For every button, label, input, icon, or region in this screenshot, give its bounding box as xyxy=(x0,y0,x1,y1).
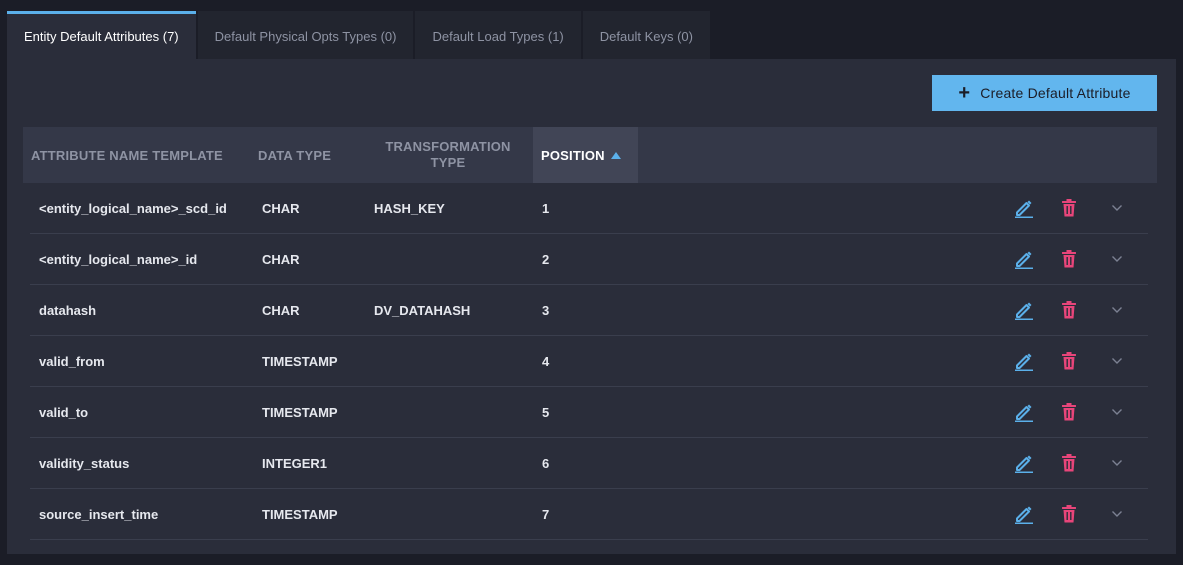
tab-default-load-types[interactable]: Default Load Types (1) xyxy=(415,11,581,59)
table-row[interactable]: <entity_logical_name>_scd_id CHAR HASH_KEY… xyxy=(30,183,1148,234)
trash-icon[interactable] xyxy=(1057,400,1081,424)
chevron-down-icon[interactable] xyxy=(1105,349,1129,373)
chevron-down-icon[interactable] xyxy=(1105,298,1129,322)
column-header-data-type[interactable]: DATA TYPE xyxy=(258,127,368,183)
cell-data-type: INTEGER1 xyxy=(262,455,328,471)
trash-icon[interactable] xyxy=(1057,349,1081,373)
edit-icon[interactable] xyxy=(1012,298,1036,322)
cell-position: 1 xyxy=(542,200,550,216)
table-row[interactable]: source_insert_time TIMESTAMP 7 xyxy=(30,489,1148,540)
tab-bar: Entity Default Attributes (7) Default Ph… xyxy=(7,11,710,59)
chevron-down-icon[interactable] xyxy=(1105,451,1129,475)
cell-attribute-name: validity_status xyxy=(39,455,130,471)
cell-data-type: CHAR xyxy=(262,251,300,267)
cell-attribute-name: datahash xyxy=(39,302,97,318)
cell-position: 4 xyxy=(542,353,550,369)
cell-transformation-type: HASH_KEY xyxy=(374,200,445,216)
column-header-attribute-name-template[interactable]: ATTRIBUTE NAME TEMPLATE xyxy=(31,127,251,183)
edit-icon[interactable] xyxy=(1012,196,1036,220)
table-row[interactable]: valid_from TIMESTAMP 4 xyxy=(30,336,1148,387)
table-row[interactable]: <entity_logical_name>_id CHAR 2 xyxy=(30,234,1148,285)
edit-icon[interactable] xyxy=(1012,247,1036,271)
chevron-down-icon[interactable] xyxy=(1105,247,1129,271)
edit-icon[interactable] xyxy=(1012,502,1036,526)
cell-position: 2 xyxy=(542,251,550,267)
create-default-attribute-button[interactable]: + Create Default Attribute xyxy=(932,75,1157,111)
cell-attribute-name: <entity_logical_name>_id xyxy=(39,251,198,267)
cell-attribute-name: <entity_logical_name>_scd_id xyxy=(39,200,227,216)
edit-icon[interactable] xyxy=(1012,349,1036,373)
cell-position: 7 xyxy=(542,506,550,522)
cell-transformation-type: DV_DATAHASH xyxy=(374,302,471,318)
cell-position: 6 xyxy=(542,455,550,471)
table-row[interactable]: validity_status INTEGER1 6 xyxy=(30,438,1148,489)
cell-attribute-name: source_insert_time xyxy=(39,506,159,522)
plus-icon: + xyxy=(958,82,971,104)
attributes-panel: + Create Default Attribute ATTRIBUTE NAM… xyxy=(7,59,1176,554)
chevron-down-icon[interactable] xyxy=(1105,400,1129,424)
cell-attribute-name: valid_from xyxy=(39,353,105,369)
table-row[interactable]: datahash CHAR DV_DATAHASH 3 xyxy=(30,285,1148,336)
trash-icon[interactable] xyxy=(1057,451,1081,475)
cell-data-type: CHAR xyxy=(262,200,300,216)
cell-data-type: TIMESTAMP xyxy=(262,353,338,369)
sort-ascending-icon xyxy=(610,151,621,159)
tab-entity-default-attributes[interactable]: Entity Default Attributes (7) xyxy=(7,11,196,59)
trash-icon[interactable] xyxy=(1057,502,1081,526)
cell-position: 3 xyxy=(542,302,550,318)
cell-data-type: TIMESTAMP xyxy=(262,506,338,522)
column-header-transformation-type-label: TRANSFORMATION TYPE xyxy=(385,139,511,170)
edit-icon[interactable] xyxy=(1012,451,1036,475)
cell-attribute-name: valid_to xyxy=(39,404,89,420)
create-button-label: Create Default Attribute xyxy=(980,85,1131,101)
edit-icon[interactable] xyxy=(1012,400,1036,424)
trash-icon[interactable] xyxy=(1057,298,1081,322)
column-header-position-label: POSITION xyxy=(541,147,605,163)
trash-icon[interactable] xyxy=(1057,196,1081,220)
column-header-transformation-type[interactable]: TRANSFORMATION TYPE xyxy=(373,127,523,183)
table-header: ATTRIBUTE NAME TEMPLATE DATA TYPE TRANSF… xyxy=(23,127,1157,183)
column-header-position[interactable]: POSITION xyxy=(533,127,638,183)
table-row[interactable]: valid_to TIMESTAMP 5 xyxy=(30,387,1148,438)
cell-data-type: CHAR xyxy=(262,302,300,318)
tab-default-keys[interactable]: Default Keys (0) xyxy=(582,11,710,59)
tab-default-physical-opts-types[interactable]: Default Physical Opts Types (0) xyxy=(197,11,414,59)
trash-icon[interactable] xyxy=(1057,247,1081,271)
cell-position: 5 xyxy=(542,404,550,420)
cell-data-type: TIMESTAMP xyxy=(262,404,338,420)
chevron-down-icon[interactable] xyxy=(1105,196,1129,220)
chevron-down-icon[interactable] xyxy=(1105,502,1129,526)
